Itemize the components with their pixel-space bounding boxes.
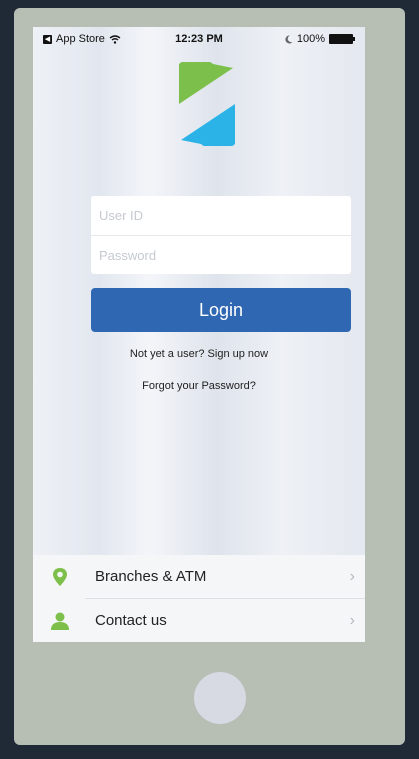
moon-icon [285,34,293,43]
login-fields [91,196,351,275]
app-logo [179,62,235,146]
login-button[interactable]: Login [91,288,351,332]
status-right: 100% [285,33,355,45]
chevron-right-icon: › [349,567,355,585]
menu-item-label: Branches & ATM [95,568,207,585]
location-pin-icon [53,568,67,586]
app-screen: ◀ App Store 12:23 PM 100% Login Not yet … [33,27,365,642]
forgot-password-link[interactable]: Forgot your Password? [33,380,365,392]
menu-item-label: Contact us [95,612,167,629]
bottom-menu: Branches & ATM › Contact us › [33,555,365,642]
menu-item-branches-atm[interactable]: Branches & ATM › [33,555,365,598]
status-bar: ◀ App Store 12:23 PM 100% [33,27,365,49]
battery-icon [329,34,355,44]
menu-item-contact-us[interactable]: Contact us › [33,599,365,642]
chevron-right-icon: › [349,611,355,629]
home-button[interactable] [194,672,246,724]
battery-percent: 100% [296,33,325,45]
user-id-input[interactable] [91,196,351,235]
person-icon [51,612,69,630]
password-input[interactable] [91,236,351,275]
signup-link[interactable]: Not yet a user? Sign up now [33,348,365,360]
